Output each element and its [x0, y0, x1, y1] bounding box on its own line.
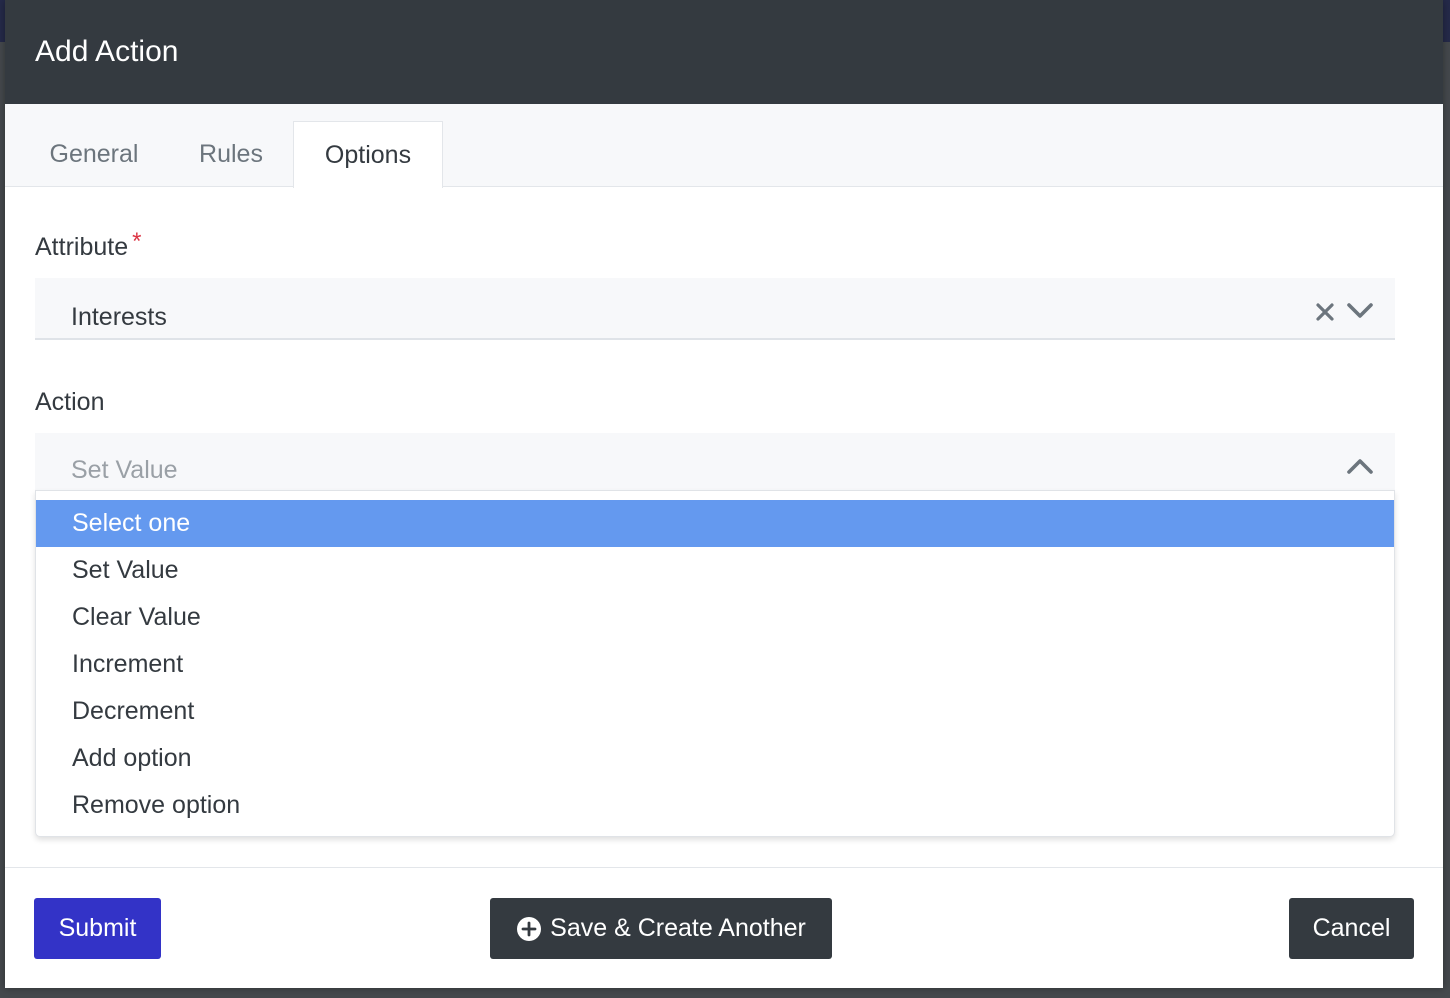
- plus-circle-icon: [517, 916, 542, 941]
- option-decrement[interactable]: Decrement: [36, 688, 1394, 735]
- attribute-label-text: Attribute: [35, 233, 129, 261]
- attribute-select-value: Interests: [71, 303, 167, 331]
- option-add-option[interactable]: Add option: [36, 735, 1394, 782]
- save-create-another-label: Save & Create Another: [550, 914, 806, 942]
- cancel-button[interactable]: Cancel: [1289, 898, 1414, 959]
- action-label: Action: [35, 388, 105, 416]
- option-remove-option[interactable]: Remove option: [36, 782, 1394, 829]
- action-dropdown-menu: Select one Set Value Clear Value Increme…: [35, 490, 1395, 837]
- modal-header: Add Action: [5, 0, 1443, 104]
- tab-rules[interactable]: Rules: [169, 121, 293, 187]
- tab-options[interactable]: Options: [293, 121, 443, 188]
- chevron-down-icon[interactable]: [1345, 298, 1375, 322]
- attribute-label: Attribute *: [35, 228, 141, 263]
- attribute-select[interactable]: Interests: [35, 278, 1395, 340]
- action-select-value: Set Value: [71, 456, 178, 484]
- submit-button[interactable]: Submit: [34, 898, 161, 959]
- option-set-value[interactable]: Set Value: [36, 547, 1394, 594]
- option-clear-value[interactable]: Clear Value: [36, 594, 1394, 641]
- action-select[interactable]: Set Value: [35, 433, 1395, 491]
- option-select-one[interactable]: Select one: [36, 500, 1394, 547]
- chevron-up-icon[interactable]: [1345, 455, 1375, 479]
- add-action-modal: Add Action General Rules Options Attribu…: [5, 0, 1443, 988]
- footer-divider: [5, 867, 1443, 868]
- close-icon[interactable]: [1313, 300, 1337, 324]
- modal-title: Add Action: [35, 35, 179, 68]
- save-create-another-button[interactable]: Save & Create Another: [490, 898, 832, 959]
- tabs-bar: General Rules Options: [5, 104, 1443, 188]
- tab-general[interactable]: General: [19, 121, 169, 187]
- option-increment[interactable]: Increment: [36, 641, 1394, 688]
- required-marker: *: [132, 228, 142, 255]
